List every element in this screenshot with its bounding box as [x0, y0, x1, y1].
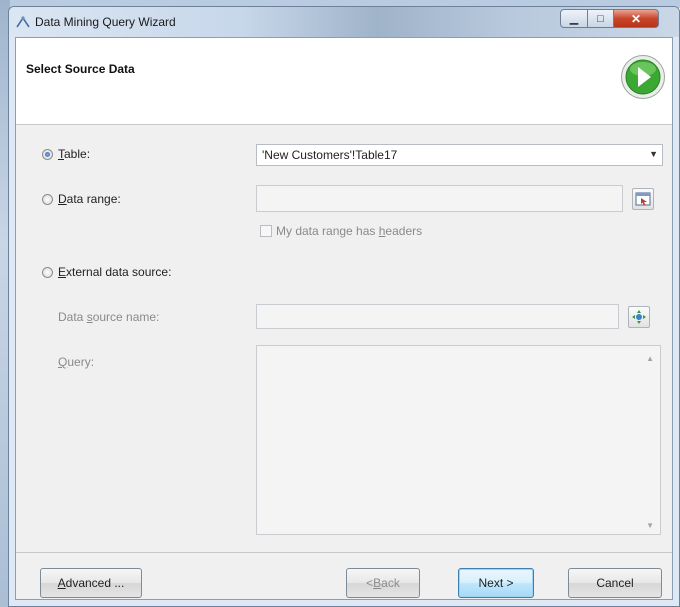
table-select-value: 'New Customers'!Table17 [262, 148, 398, 162]
data-range-radio[interactable] [42, 194, 53, 205]
data-range-input[interactable] [256, 185, 623, 212]
dialog-body: Select Source Data Table: 'New Customers… [15, 37, 673, 600]
close-icon: ✕ [630, 11, 642, 26]
maximize-icon: □ [597, 12, 604, 25]
range-select-button[interactable] [632, 188, 654, 210]
query-label: Query: [58, 355, 95, 369]
wizard-app-icon [16, 16, 30, 28]
footer-divider [16, 552, 672, 553]
page-title: Select Source Data [26, 62, 135, 76]
minimize-button[interactable]: ▁ [560, 9, 588, 28]
wizard-header: Select Source Data [16, 38, 672, 125]
data-source-name-input[interactable] [256, 304, 619, 329]
minimize-icon: ▁ [569, 13, 579, 25]
advanced-button[interactable]: Advanced ... [40, 568, 142, 598]
maximize-button[interactable]: □ [587, 9, 614, 28]
data-range-label[interactable]: Data range: [58, 192, 121, 206]
has-headers-checkbox[interactable] [260, 225, 272, 237]
close-button[interactable]: ✕ [613, 9, 659, 28]
table-label[interactable]: Table: [58, 147, 90, 161]
green-arrow-forward-icon [621, 55, 665, 99]
wizard-window: Data Mining Query Wizard ▁ □ ✕ Select So… [8, 6, 680, 607]
cancel-button[interactable]: Cancel [568, 568, 662, 598]
table-select[interactable]: 'New Customers'!Table17 ▼ [256, 144, 663, 166]
range-select-icon [635, 192, 651, 206]
next-button[interactable]: Next > [458, 568, 534, 598]
has-headers-label[interactable]: My data range has headers [276, 224, 422, 238]
scroll-up-icon[interactable]: ▲ [646, 354, 654, 363]
data-source-name-label: Data source name: [58, 310, 160, 324]
external-source-label[interactable]: External data source: [58, 265, 171, 279]
query-textarea[interactable]: ▲ ▼ [256, 345, 661, 535]
connection-icon [632, 310, 646, 324]
scroll-down-icon[interactable]: ▼ [646, 521, 654, 530]
connection-picker-button[interactable] [628, 306, 650, 328]
title-bar[interactable]: Data Mining Query Wizard ▁ □ ✕ [9, 7, 679, 37]
chevron-down-icon: ▼ [649, 149, 658, 159]
table-radio[interactable] [42, 149, 53, 160]
external-source-radio[interactable] [42, 267, 53, 278]
back-button[interactable]: < Back [346, 568, 420, 598]
window-title: Data Mining Query Wizard [35, 15, 176, 29]
